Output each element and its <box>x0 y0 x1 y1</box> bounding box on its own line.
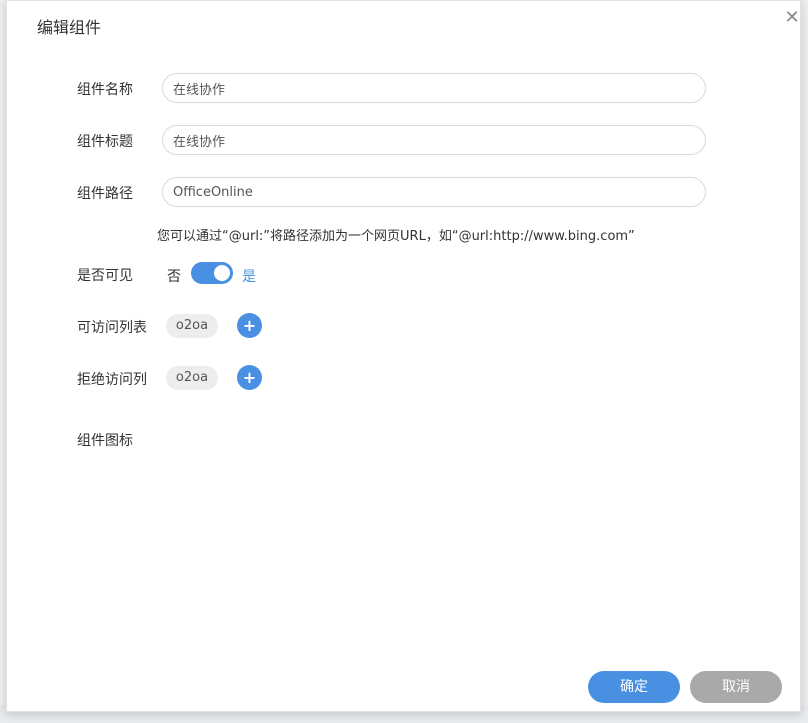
component-title-input[interactable] <box>162 125 706 155</box>
component-icon-label: 组件图标 <box>77 433 133 449</box>
deny-list-label: 拒绝访问列 <box>77 372 147 388</box>
close-icon[interactable]: ✕ <box>783 9 801 27</box>
toggle-knob <box>214 265 230 281</box>
path-hint: 您可以通过“@url:”将路径添加为一个网页URL，如“@url:http://… <box>157 229 635 244</box>
dialog-title: 编辑组件 <box>37 18 102 37</box>
add-deny-button[interactable]: + <box>237 365 262 390</box>
edit-component-dialog: 编辑组件 ✕ 组件名称 组件标题 组件路径 您可以通过“@url:”将路径添加为… <box>6 0 801 712</box>
component-path-label: 组件路径 <box>77 186 133 202</box>
visible-toggle[interactable] <box>191 262 233 284</box>
visible-label: 是否可见 <box>77 268 133 284</box>
visible-on-label: 是 <box>242 269 256 285</box>
component-title-label: 组件标题 <box>77 134 133 150</box>
visible-off-label: 否 <box>167 269 181 285</box>
deny-list-tag[interactable]: o2oa <box>166 366 218 390</box>
confirm-button[interactable]: 确定 <box>588 671 680 703</box>
allow-list-label: 可访问列表 <box>77 320 147 336</box>
component-name-input[interactable] <box>162 73 706 103</box>
cancel-button[interactable]: 取消 <box>690 671 782 703</box>
allow-list-tag[interactable]: o2oa <box>166 314 218 338</box>
component-name-label: 组件名称 <box>77 82 133 98</box>
component-path-input[interactable] <box>162 177 706 207</box>
add-allow-button[interactable]: + <box>237 313 262 338</box>
